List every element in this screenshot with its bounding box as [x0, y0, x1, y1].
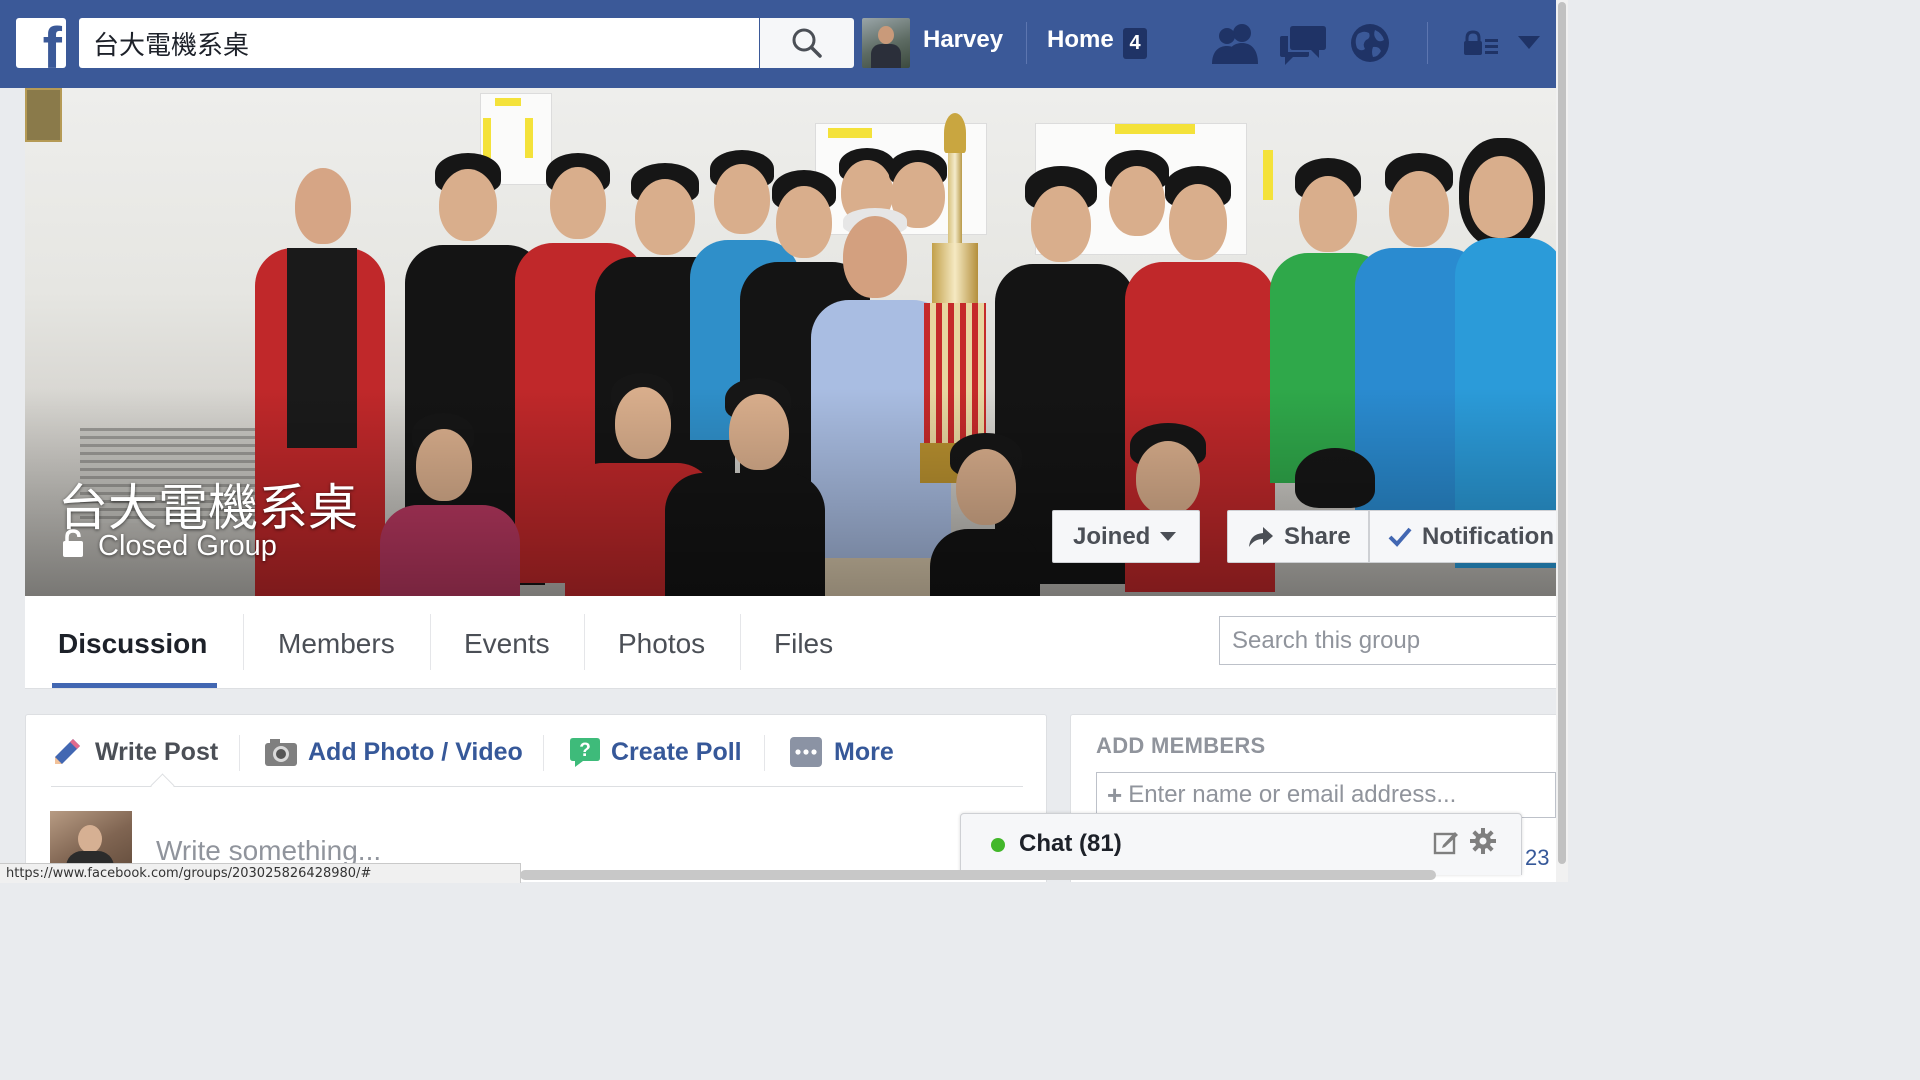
nav-divider — [1427, 22, 1428, 64]
composer-divider — [764, 735, 765, 771]
tab-photos[interactable]: Photos — [618, 628, 705, 660]
wall-tape — [1263, 150, 1273, 200]
create-poll-tab[interactable]: ? Create Poll — [569, 737, 742, 767]
checkmark-icon — [1388, 527, 1412, 547]
user-avatar[interactable] — [862, 18, 910, 68]
facebook-logo-icon[interactable]: f — [16, 18, 66, 68]
group-tab-bar: Discussion Members Events Photos Files — [25, 596, 1559, 689]
tab-divider — [430, 614, 431, 670]
svg-text:?: ? — [579, 740, 591, 761]
tab-events[interactable]: Events — [464, 628, 550, 660]
online-status-dot — [991, 838, 1005, 852]
wall-tape — [483, 118, 491, 158]
notifications-globe-icon[interactable] — [1349, 22, 1391, 64]
corner-counter: 23 — [1525, 845, 1550, 870]
share-button[interactable]: Share — [1227, 510, 1369, 563]
group-privacy-label: Closed Group — [98, 530, 277, 562]
post-composer: Write Post Add Photo / Video ? Create Po… — [25, 714, 1047, 883]
home-count-badge: 4 — [1123, 28, 1147, 59]
tab-divider — [243, 614, 244, 670]
notifications-button[interactable]: Notification — [1369, 510, 1556, 563]
group-search-input[interactable] — [1219, 616, 1559, 665]
active-tab-indicator — [52, 683, 217, 688]
messages-icon[interactable] — [1279, 22, 1327, 66]
scrollbar-thumb[interactable] — [1558, 2, 1566, 864]
tab-members[interactable]: Members — [278, 628, 395, 660]
wall-tape — [495, 98, 521, 106]
group-cover-photo[interactable]: 台大電機系桌 Closed Group Joined Share Notific… — [25, 88, 1556, 596]
joined-label: Joined — [1073, 522, 1151, 550]
nav-divider — [1026, 22, 1027, 64]
pencil-icon — [55, 739, 80, 764]
chevron-down-icon — [1160, 531, 1177, 541]
top-navigation-bar: f Harvey Home 4 — [0, 0, 1568, 88]
new-message-icon[interactable] — [1433, 829, 1459, 855]
composer-divider — [543, 735, 544, 771]
add-member-input[interactable]: + Enter name or email address... — [1096, 772, 1556, 818]
share-arrow-icon — [1249, 526, 1273, 547]
tab-divider — [740, 614, 741, 670]
friend-requests-icon[interactable] — [1212, 22, 1262, 66]
wall-tape — [1115, 124, 1195, 134]
write-post-tab[interactable]: Write Post — [51, 737, 218, 767]
chat-bar[interactable]: Chat (81) — [960, 813, 1522, 875]
add-member-placeholder: Enter name or email address... — [1128, 781, 1457, 808]
search-input[interactable] — [79, 18, 759, 68]
home-link[interactable]: Home — [1047, 26, 1114, 54]
vertical-scrollbar[interactable] — [1556, 0, 1568, 882]
notifications-label: Notification — [1422, 522, 1554, 550]
add-photo-video-tab[interactable]: Add Photo / Video — [264, 737, 523, 767]
more-options-tab[interactable]: More — [790, 737, 894, 767]
poll-question-icon: ? — [570, 738, 600, 767]
profile-link[interactable]: Harvey — [923, 26, 1003, 54]
camera-icon — [265, 739, 297, 766]
wall-tape — [525, 118, 533, 158]
search-button[interactable] — [760, 18, 854, 68]
create-poll-label: Create Poll — [611, 737, 742, 766]
joined-button[interactable]: Joined — [1052, 510, 1200, 563]
add-photo-video-label: Add Photo / Video — [308, 737, 523, 766]
more-label: More — [834, 737, 894, 766]
more-dots-icon — [790, 737, 822, 767]
add-members-title: ADD MEMBERS — [1096, 733, 1266, 758]
horizontal-scrollbar[interactable] — [520, 870, 1436, 880]
tab-discussion[interactable]: Discussion — [58, 628, 207, 660]
chat-label: Chat (81) — [1019, 830, 1122, 857]
composer-separator — [51, 786, 1023, 787]
active-composer-pointer — [150, 773, 175, 798]
wall-picture-frame — [25, 88, 62, 142]
gear-icon[interactable] — [1470, 828, 1496, 854]
privacy-shortcuts-icon[interactable] — [1463, 30, 1499, 56]
account-menu-chevron-icon[interactable] — [1518, 36, 1540, 50]
link-status-bar: https://www.facebook.com/groups/20302582… — [0, 863, 521, 883]
lock-icon — [63, 529, 83, 557]
search-icon — [792, 28, 822, 58]
composer-divider — [239, 735, 240, 771]
write-post-label: Write Post — [95, 737, 219, 766]
share-label: Share — [1284, 522, 1351, 550]
wall-tape — [828, 128, 872, 138]
tab-files[interactable]: Files — [774, 628, 833, 660]
tab-divider — [584, 614, 585, 670]
plus-icon: + — [1107, 779, 1123, 810]
